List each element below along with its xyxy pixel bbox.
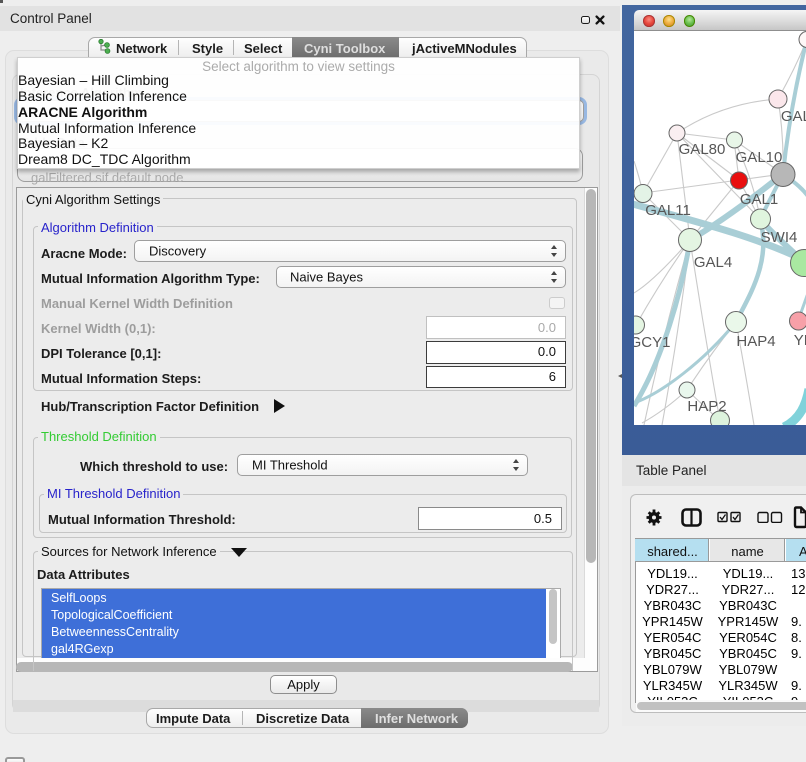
svg-text:YM: YM: [794, 332, 806, 349]
svg-text:GAL11: GAL11: [645, 202, 691, 219]
svg-text:GAL80: GAL80: [679, 141, 726, 158]
svg-text:HAP2: HAP2: [687, 398, 726, 415]
svg-text:HAP4: HAP4: [736, 333, 775, 350]
svg-text:GAL1: GAL1: [740, 191, 778, 208]
svg-text:GCY1: GCY1: [634, 334, 670, 351]
svg-text:GAL10: GAL10: [736, 149, 783, 166]
svg-text:GAL4: GAL4: [694, 254, 732, 271]
svg-text:SWI4: SWI4: [761, 229, 798, 246]
svg-text:GAL2: GAL2: [781, 108, 806, 125]
